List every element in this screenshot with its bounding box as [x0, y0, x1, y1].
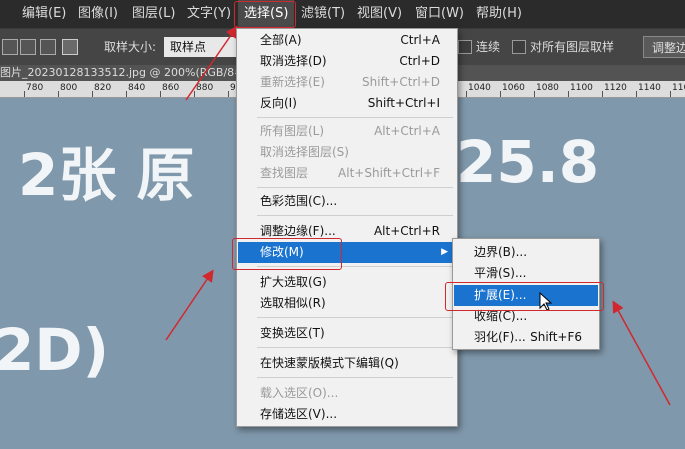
menu-item-label: 变换选区(T)	[260, 326, 325, 340]
menu-item-shortcut: Alt+Shift+Ctrl+F	[338, 166, 440, 180]
menu-item-shortcut: Alt+Ctrl+R	[373, 224, 440, 238]
menu-item-shortcut: Shift+Ctrl+I	[367, 96, 440, 110]
menu-item-inverse[interactable]: 反向(I) Shift+Ctrl+I	[238, 93, 456, 114]
menu-item-load-selection: 载入选区(O)...	[238, 383, 456, 404]
menu-item-all-layers: 所有图层(L) Alt+Ctrl+A	[238, 121, 456, 142]
menu-separator	[257, 377, 453, 378]
arrow-to-modify	[165, 269, 214, 341]
submenu-item-smooth[interactable]: 平滑(S)...	[454, 263, 598, 284]
menu-item-label: 在快速蒙版模式下编辑(Q)	[260, 356, 399, 370]
menu-separator	[257, 317, 453, 318]
menu-item-save-selection[interactable]: 存储选区(V)...	[238, 404, 456, 425]
menu-item-deselect[interactable]: 取消选择(D) Ctrl+D	[238, 51, 456, 72]
menu-item-label: 选取相似(R)	[260, 296, 326, 310]
highlight-box-select-menu	[234, 1, 296, 28]
menu-item-color-range[interactable]: 色彩范围(C)...	[238, 191, 456, 212]
menu-item-shortcut: Ctrl+D	[399, 54, 440, 68]
menu-item-deselect-layers: 取消选择图层(S)	[238, 142, 456, 163]
submenu-item-border[interactable]: 边界(B)...	[454, 242, 598, 263]
highlight-box-modify	[232, 238, 342, 270]
menu-item-similar[interactable]: 选取相似(R)	[238, 293, 456, 314]
menu-item-label: 反向(I)	[260, 96, 297, 110]
menu-item-label: 所有图层(L)	[260, 124, 325, 138]
menu-item-label: 载入选区(O)...	[260, 386, 339, 400]
menu-item-label: 重新选择(E)	[260, 75, 325, 89]
submenu-item-label: 边界(B)...	[474, 245, 528, 259]
menu-separator	[257, 347, 453, 348]
menu-item-label: 色彩范围(C)...	[260, 194, 338, 208]
submenu-item-label: 平滑(S)...	[474, 266, 527, 280]
menu-item-quick-mask[interactable]: 在快速蒙版模式下编辑(Q)	[238, 353, 456, 374]
menu-item-label: 取消选择图层(S)	[260, 145, 349, 159]
menu-item-grow[interactable]: 扩大选取(G)	[238, 272, 456, 293]
menu-item-shortcut: Alt+Ctrl+A	[374, 124, 440, 138]
menu-separator	[257, 117, 453, 118]
submenu-item-label: 羽化(F)...	[474, 330, 526, 344]
submenu-item-shortcut: Shift+F6	[530, 330, 582, 344]
menu-item-select-all[interactable]: 全部(A) Ctrl+A	[238, 30, 456, 51]
menu-item-label: 查找图层	[260, 166, 309, 180]
menu-item-label: 存储选区(V)...	[260, 407, 338, 421]
menu-item-shortcut: Shift+Ctrl+D	[362, 75, 440, 89]
arrow-to-select-menu	[185, 25, 238, 101]
menu-separator	[257, 187, 453, 188]
arrow-to-expand	[612, 300, 671, 406]
submenu-arrow-icon: ▶	[441, 247, 448, 257]
highlight-box-expand	[445, 282, 604, 311]
menu-item-reselect: 重新选择(E) Shift+Ctrl+D	[238, 72, 456, 93]
submenu-item-feather[interactable]: 羽化(F)... Shift+F6	[454, 327, 598, 348]
menu-item-label: 取消选择(D)	[260, 54, 327, 68]
menu-separator	[257, 215, 453, 216]
menu-item-find-layers: 查找图层 Alt+Shift+Ctrl+F	[238, 163, 456, 184]
menu-item-label: 全部(A)	[260, 33, 302, 47]
menu-item-shortcut: Ctrl+A	[400, 33, 440, 47]
menu-item-label: 扩大选取(G)	[260, 275, 327, 289]
menu-item-transform-selection[interactable]: 变换选区(T)	[238, 323, 456, 344]
select-dropdown-menu: 全部(A) Ctrl+A 取消选择(D) Ctrl+D 重新选择(E) Shift+C…	[236, 28, 458, 427]
